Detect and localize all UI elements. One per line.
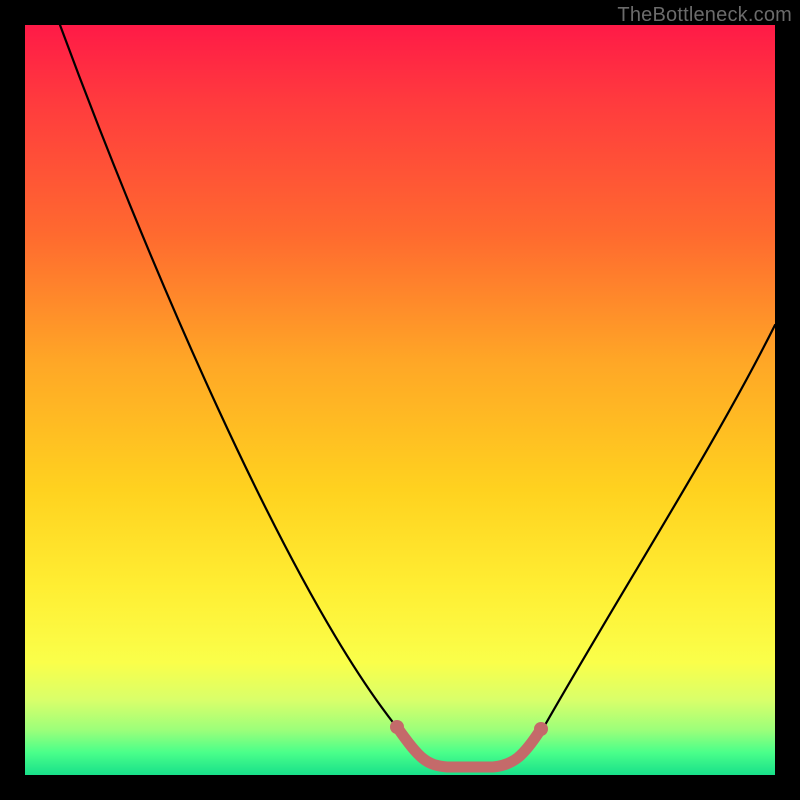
chart-frame: TheBottleneck.com: [0, 0, 800, 800]
chart-overlay-svg: [25, 25, 775, 775]
flat-bottom-highlight: [397, 727, 541, 767]
main-curve: [60, 25, 775, 767]
watermark-text: TheBottleneck.com: [617, 4, 792, 27]
flat-bottom-right-dot: [534, 722, 548, 736]
flat-bottom-left-dot: [390, 720, 404, 734]
